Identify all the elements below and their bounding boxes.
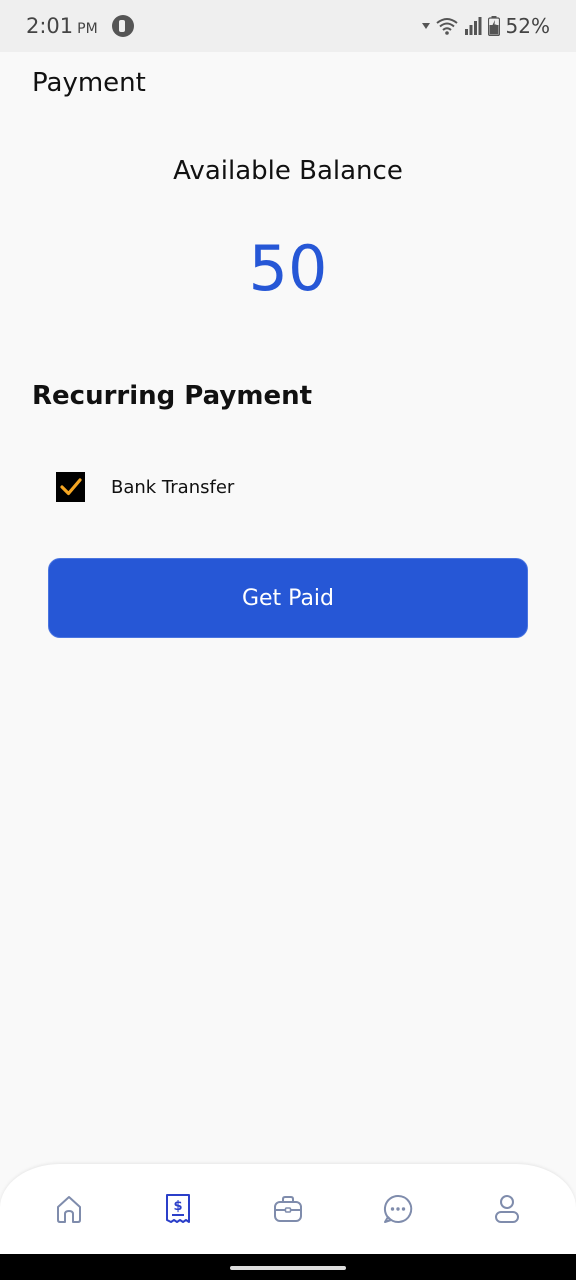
page-title: Payment — [32, 68, 146, 98]
svg-text:$: $ — [174, 1199, 183, 1214]
nav-messages[interactable] — [368, 1179, 428, 1239]
recurring-payment-title: Recurring Payment — [32, 381, 313, 411]
available-balance-label: Available Balance — [173, 156, 403, 186]
bank-transfer-label[interactable]: Bank Transfer — [111, 477, 234, 498]
briefcase-icon — [273, 1196, 302, 1222]
get-paid-button[interactable]: Get Paid — [48, 558, 528, 638]
bottom-nav: $ — [0, 1164, 576, 1254]
status-bar: 2:01 PM 52% — [0, 0, 576, 52]
status-right: 52% — [421, 14, 550, 38]
checkmark-icon — [59, 478, 82, 496]
home-icon — [56, 1196, 81, 1223]
nav-profile[interactable] — [477, 1179, 537, 1239]
system-gesture-bar — [0, 1254, 576, 1280]
bank-transfer-checkbox[interactable] — [56, 472, 85, 502]
status-ampm: PM — [77, 21, 98, 37]
status-time: 2:01 PM — [26, 14, 98, 38]
data-arrow-icon — [421, 23, 430, 29]
receipt-dollar-icon: $ — [166, 1194, 191, 1223]
wifi-icon — [435, 18, 458, 35]
gesture-handle[interactable] — [230, 1266, 346, 1270]
chat-icon — [383, 1194, 412, 1223]
battery-percentage: 52% — [505, 14, 550, 38]
profile-icon — [495, 1195, 520, 1223]
nav-home[interactable] — [39, 1179, 99, 1239]
available-balance-value: 50 — [248, 232, 328, 305]
nav-payments[interactable]: $ — [148, 1179, 208, 1239]
battery-icon — [487, 16, 500, 36]
bank-transfer-option[interactable]: Bank Transfer — [56, 472, 234, 502]
signal-icon — [464, 17, 482, 35]
app-notification-icon — [111, 15, 134, 37]
nav-jobs[interactable] — [258, 1179, 318, 1239]
status-left: 2:01 PM — [26, 14, 134, 38]
